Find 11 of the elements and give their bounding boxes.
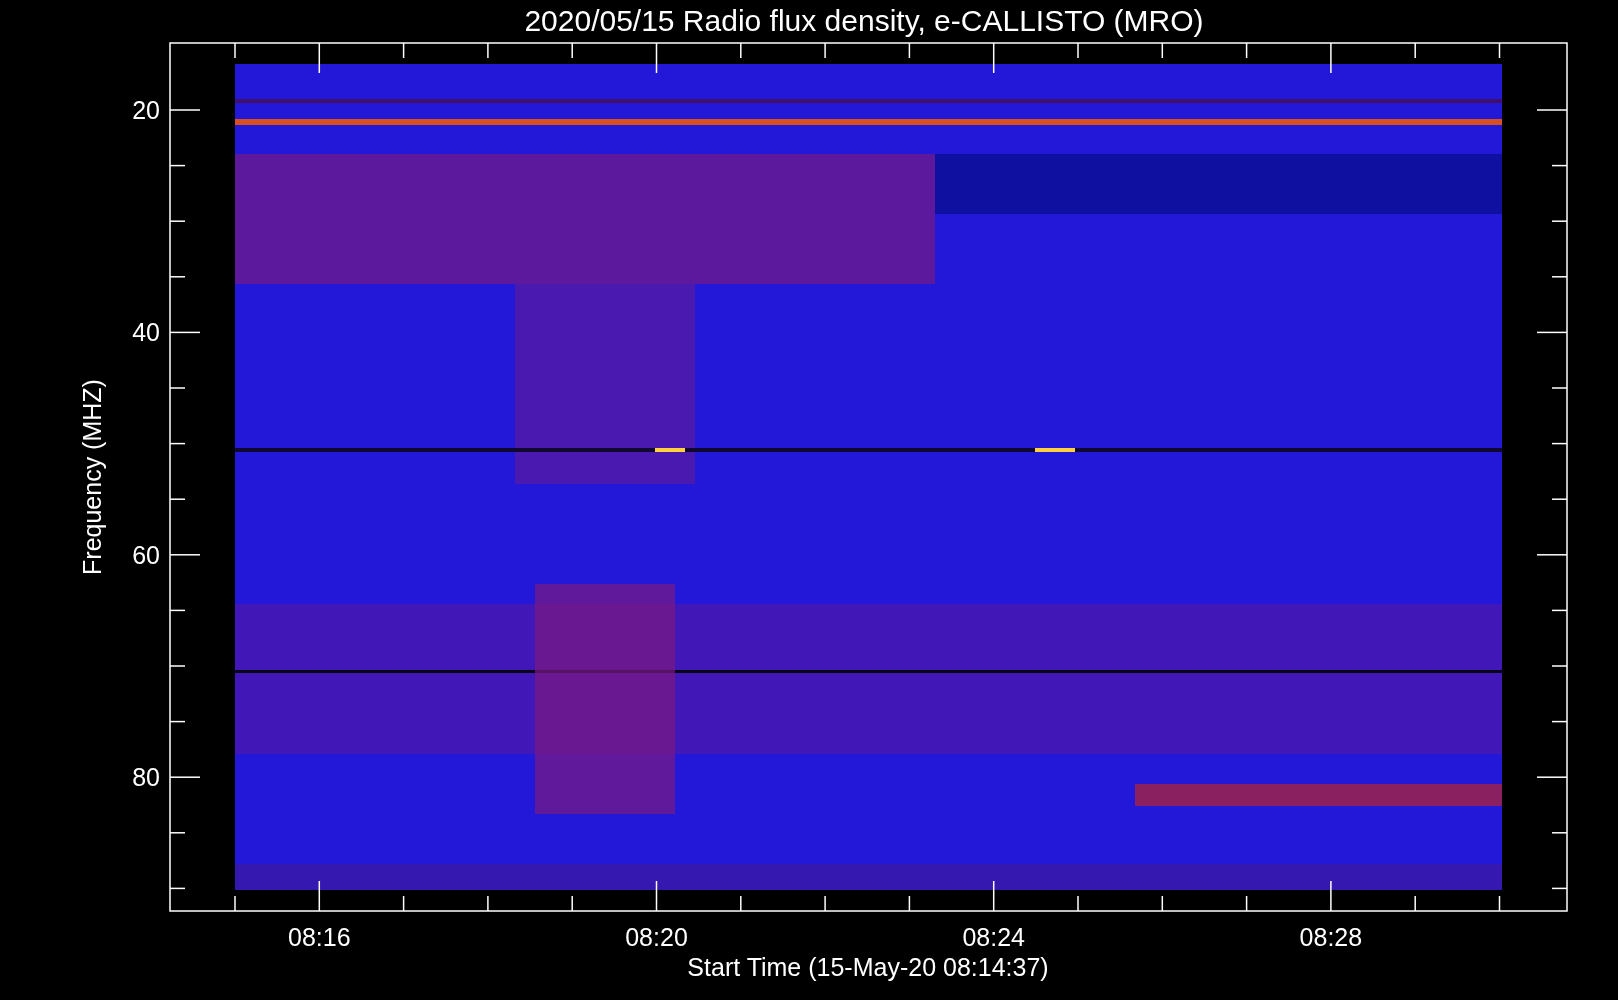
- chart-title: 2020/05/15 Radio flux density, e-CALLISTO (MRO): [524, 4, 1204, 37]
- x-tick-label: 08:16: [288, 923, 351, 951]
- x-tick-label: 08:24: [962, 923, 1025, 951]
- y-tick-label: 40: [132, 318, 160, 347]
- x-tick-label: 08:20: [625, 923, 688, 951]
- y-tick-label: 80: [132, 763, 160, 792]
- y-axis-label: Frequency (MHZ): [78, 379, 106, 575]
- x-tick-label: 08:28: [1299, 923, 1363, 951]
- y-tick-label: 20: [132, 96, 160, 124]
- x-axis-label: Start Time (15-May-20 08:14:37): [687, 953, 1049, 981]
- y-tick-label: 60: [132, 540, 160, 569]
